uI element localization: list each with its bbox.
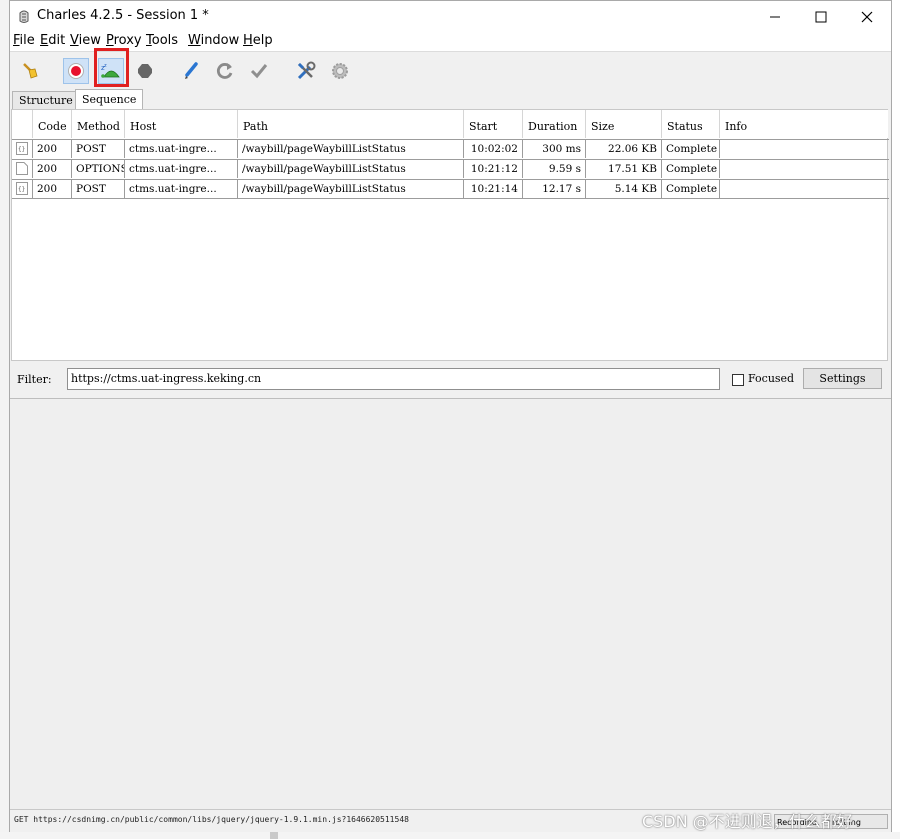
svg-text:{}: {} [18,186,25,193]
menu-file[interactable]: File [13,33,35,48]
repeat-icon [216,63,233,79]
minimize-button[interactable] [752,1,798,32]
toolbar: z z [10,51,891,88]
cell-method: POST [72,180,125,198]
detail-pane [10,398,891,809]
window-title: Charles 4.2.5 - Session 1 * [37,8,209,23]
minimize-icon [770,16,780,17]
broom-icon [23,63,38,79]
cell-status: Complete [662,180,720,198]
focused-label[interactable]: Focused [748,372,794,385]
cell-host: ctms.uat-ingre... [125,140,238,158]
tools-icon [297,61,316,80]
settings-button[interactable] [327,58,353,84]
svg-text:{}: {} [18,146,25,153]
cell-path: /waybill/pageWaybillListStatus [238,160,464,178]
table-row[interactable]: {} 200 POST ctms.uat-ingre... /waybill/p… [12,139,889,158]
row-icon-cell [12,160,33,178]
row-icon-cell: {} [12,180,33,198]
cell-method: OPTIONS [72,160,125,178]
menu-edit[interactable]: Edit [40,33,65,48]
validate-check-icon [250,64,268,79]
charles-app-icon [19,10,29,23]
cell-path: /waybill/pageWaybillListStatus [238,180,464,198]
header-start[interactable]: Start [464,110,523,138]
filter-input[interactable]: https://ctms.uat-ingress.keking.cn [67,368,720,390]
cell-size: 17.51 KB [586,160,662,178]
breakpoints-hexagon-icon [138,64,152,78]
cell-info [720,140,888,158]
menu-help[interactable]: Help [243,33,273,48]
blank-file-icon [16,162,28,175]
compose-button[interactable] [178,58,204,84]
menu-bar: File Edit View Proxy Tools Window Help [10,32,891,51]
cell-host: ctms.uat-ingre... [125,180,238,198]
header-path[interactable]: Path [238,110,464,138]
header-status[interactable]: Status [662,110,720,138]
sequence-table: Code Method Host Path Start Duration Siz… [11,109,889,361]
record-icon [68,63,84,79]
json-file-icon: {} [16,142,28,155]
header-size[interactable]: Size [586,110,662,138]
header-duration[interactable]: Duration [523,110,586,138]
cell-code: 200 [33,140,72,158]
cell-size: 5.14 KB [586,180,662,198]
tab-sequence[interactable]: Sequence [75,89,144,110]
clear-session-button[interactable] [17,58,43,84]
tools-button[interactable] [293,58,319,84]
desktop-bottom-strip [0,832,900,839]
charles-window: Charles 4.2.5 - Session 1 * File Edit Vi… [9,0,892,832]
breakpoints-button[interactable] [132,58,158,84]
csdn-watermark: CSDN @不进则退，什么都好 [642,812,853,831]
filter-bar: Filter: https://ctms.uat-ingress.keking.… [10,363,891,397]
json-file-icon: {} [16,182,28,195]
status-text: GET https://csdnimg.cn/public/common/lib… [14,815,409,824]
tab-structure[interactable]: Structure [12,91,80,109]
header-icon-column [12,110,33,138]
header-code[interactable]: Code [33,110,72,138]
title-bar[interactable]: Charles 4.2.5 - Session 1 * [10,1,891,32]
cell-method: POST [72,140,125,158]
row-icon-cell: {} [12,140,33,158]
menu-view[interactable]: View [70,33,101,48]
maximize-icon [815,11,827,22]
cell-start: 10:02:02 [464,140,523,158]
menu-window[interactable]: Window [188,33,239,48]
validate-button[interactable] [246,58,272,84]
close-button[interactable] [844,1,890,32]
header-method[interactable]: Method [72,110,125,138]
focused-checkbox[interactable] [732,374,744,386]
close-icon [861,11,873,22]
filter-label: Filter: [17,373,52,386]
header-info[interactable]: Info [720,110,888,138]
maximize-button[interactable] [798,1,844,32]
settings-gear-icon [332,63,348,79]
cell-status: Complete [662,160,720,178]
table-row[interactable]: 200 OPTIONS ctms.uat-ingre... /waybill/p… [12,159,889,178]
cell-status: Complete [662,140,720,158]
record-button[interactable] [63,58,89,84]
repeat-button[interactable] [212,58,238,84]
view-tabs: Structure Sequence [10,89,891,110]
table-row[interactable]: {} 200 POST ctms.uat-ingre... /waybill/p… [12,179,889,199]
menu-tools[interactable]: Tools [146,33,178,48]
menu-proxy[interactable]: Proxy [106,33,142,48]
throttle-highlight-annotation [94,48,129,87]
header-host[interactable]: Host [125,110,238,138]
compose-pen-icon [185,62,198,79]
bottom-strip-mark [270,832,278,839]
cell-code: 200 [33,160,72,178]
cell-code: 200 [33,180,72,198]
cell-info [720,160,888,178]
cell-duration: 9.59 s [523,160,586,178]
cell-info [720,180,888,198]
cell-duration: 12.17 s [523,180,586,198]
cell-start: 10:21:14 [464,180,523,198]
filter-settings-button[interactable]: Settings [803,368,882,389]
cell-host: ctms.uat-ingre... [125,160,238,178]
cell-size: 22.06 KB [586,140,662,158]
cell-path: /waybill/pageWaybillListStatus [238,140,464,158]
cell-duration: 300 ms [523,140,586,158]
cell-start: 10:21:12 [464,160,523,178]
